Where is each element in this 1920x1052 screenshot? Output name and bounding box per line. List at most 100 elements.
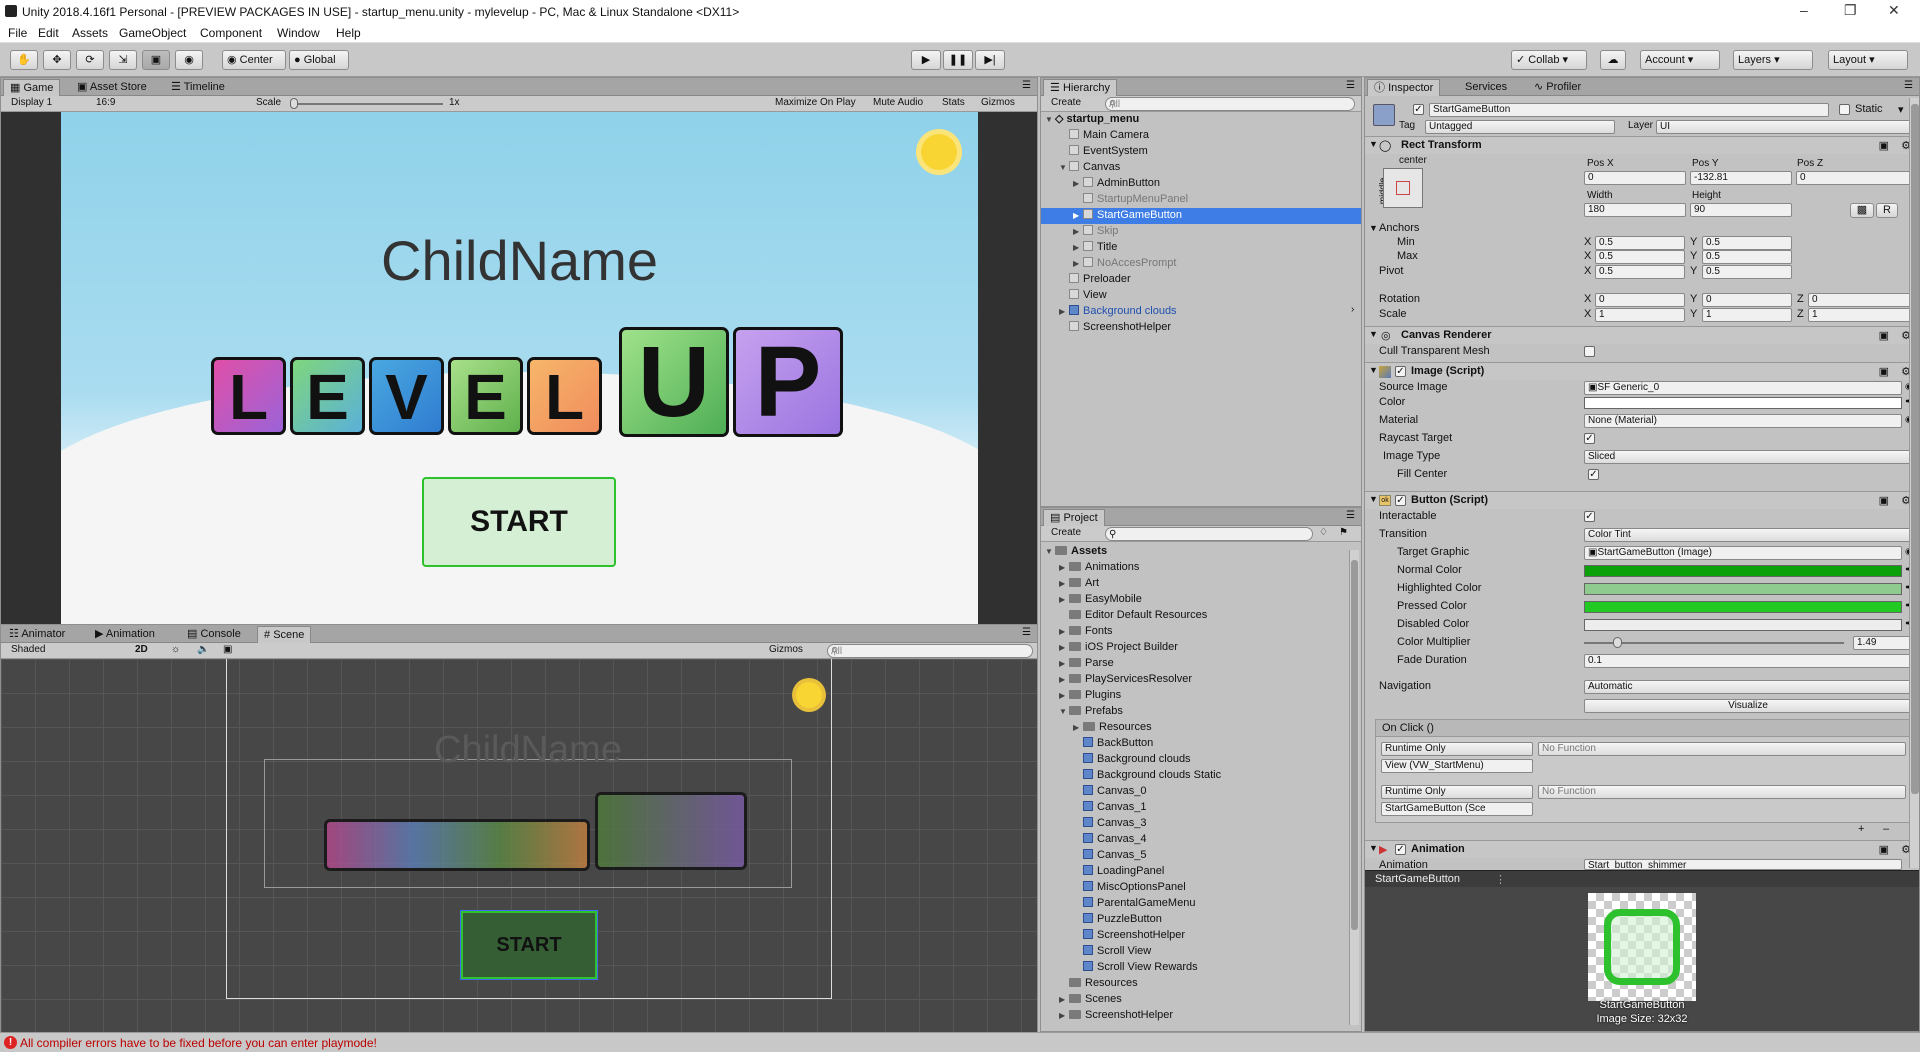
expand-arrow-icon[interactable]: ▶ — [1073, 224, 1083, 239]
project-item[interactable]: ScreenshotHelper — [1041, 928, 1347, 944]
project-item[interactable]: Scroll View — [1041, 944, 1347, 960]
hierarchy-item[interactable]: ▶ Title — [1041, 240, 1361, 256]
expand-arrow-icon[interactable]: ▶ — [1059, 624, 1069, 639]
anchor-max-x-input[interactable]: 0.5 — [1595, 250, 1685, 264]
project-item[interactable]: ▶ Resources — [1041, 720, 1347, 736]
anchor-max-y-input[interactable]: 0.5 — [1702, 250, 1792, 264]
animation-clip-field[interactable]: Start_button_shimmer — [1584, 859, 1902, 870]
help-icon[interactable]: ▣ — [1879, 494, 1889, 507]
highlighted-color-field[interactable] — [1584, 583, 1902, 595]
expand-arrow-icon[interactable]: ▼ — [1059, 160, 1069, 175]
canvas-renderer-header[interactable]: ▼ ◎ Canvas Renderer ▣ ⚙ — [1365, 326, 1919, 344]
posz-input[interactable]: 0 — [1796, 171, 1912, 185]
function-dropdown-1[interactable]: No Function — [1538, 742, 1906, 756]
filter-label-icon[interactable]: ⚑ — [1339, 527, 1348, 538]
project-item[interactable]: ▼ Prefabs — [1041, 704, 1347, 720]
expand-arrow-icon[interactable]: ▶ — [1073, 256, 1083, 271]
color-multiplier-handle[interactable] — [1613, 637, 1622, 648]
color-multiplier-slider[interactable] — [1584, 642, 1844, 644]
runtime-dropdown-2[interactable]: Runtime Only — [1381, 785, 1533, 799]
layers-dropdown[interactable]: Layers ▾ — [1733, 50, 1813, 70]
move-tool-icon[interactable]: ✥ — [43, 50, 71, 70]
anchor-preset-button[interactable] — [1383, 168, 1423, 208]
normal-color-field[interactable] — [1584, 565, 1902, 577]
project-item[interactable]: LoadingPanel — [1041, 864, 1347, 880]
menu-component[interactable]: Component — [200, 26, 262, 40]
expand-arrow-icon[interactable]: ▶ — [1073, 208, 1083, 223]
tab-profiler[interactable]: ∿ Profiler — [1528, 79, 1587, 96]
project-item[interactable]: Editor Default Resources — [1041, 608, 1347, 624]
add-event-icon[interactable]: + — [1858, 823, 1864, 835]
color-multiplier-input[interactable]: 1.49 — [1853, 636, 1912, 650]
help-icon[interactable]: ▣ — [1879, 329, 1889, 342]
tab-scene[interactable]: # Scene — [257, 626, 312, 643]
expand-arrow-icon[interactable]: ▶ — [1059, 1008, 1069, 1023]
hierarchy-item[interactable]: Main Camera — [1041, 128, 1361, 144]
tab-hierarchy[interactable]: ☰ Hierarchy — [1043, 79, 1118, 96]
height-input[interactable]: 90 — [1690, 203, 1792, 217]
scene-viewport[interactable]: ChildName START — [1, 659, 1037, 1032]
project-item[interactable]: ▶ Art — [1041, 576, 1347, 592]
scene-search-input[interactable]: ⚲ All — [827, 644, 1033, 658]
remove-event-icon[interactable]: – — [1883, 823, 1889, 835]
anchor-min-x-input[interactable]: 0.5 — [1595, 236, 1685, 250]
maximize-on-play-button[interactable]: Maximize On Play — [775, 97, 856, 108]
play-button[interactable]: ▶ — [911, 50, 941, 70]
pivot-x-input[interactable]: 0.5 — [1595, 265, 1685, 279]
color-field[interactable] — [1584, 397, 1902, 409]
menu-assets[interactable]: Assets — [72, 26, 108, 40]
target-object-field-2[interactable]: StartGameButton (Sce — [1381, 802, 1533, 816]
project-item[interactable]: Scroll View Rewards — [1041, 960, 1347, 976]
chevron-right-icon[interactable]: › — [1351, 304, 1354, 315]
menu-edit[interactable]: Edit — [38, 26, 59, 40]
tab-animation[interactable]: ▶ Animation — [89, 626, 161, 643]
gizmos-button[interactable]: Gizmos — [981, 97, 1015, 108]
menu-window[interactable]: Window — [277, 26, 320, 40]
expand-arrow-icon[interactable]: ▶ — [1059, 576, 1069, 591]
scene-root[interactable]: ▼ ◇ startup_menu — [1045, 112, 1357, 128]
pivot-global-button[interactable]: ● Global — [289, 50, 349, 70]
project-item[interactable]: ▶ Plugins — [1041, 688, 1347, 704]
interactable-checkbox[interactable]: ✓ — [1584, 511, 1595, 522]
pause-button[interactable]: ❚❚ — [943, 50, 973, 70]
image-effects-icon[interactable]: ▣ — [223, 644, 232, 655]
expand-arrow-icon[interactable]: ▶ — [1059, 640, 1069, 655]
disabled-color-field[interactable] — [1584, 619, 1902, 631]
transform-tool-icon[interactable]: ◉ — [175, 50, 203, 70]
material-field[interactable]: None (Material) — [1584, 414, 1902, 428]
menu-file[interactable]: File — [8, 26, 27, 40]
image-enabled-checkbox[interactable]: ✓ — [1395, 366, 1406, 377]
posx-input[interactable]: 0 — [1584, 171, 1686, 185]
static-dropdown-arrow[interactable]: ▾ — [1898, 103, 1904, 116]
pivot-center-button[interactable]: ◉ Center — [222, 50, 286, 70]
image-script-header[interactable]: ▼ ✓ Image (Script) ▣ ⚙ — [1365, 362, 1919, 380]
rotate-tool-icon[interactable]: ⟳ — [76, 50, 104, 70]
help-icon[interactable]: ▣ — [1879, 365, 1889, 378]
assets-root[interactable]: ▼ Assets — [1045, 544, 1345, 560]
expand-arrow-icon[interactable]: ▶ — [1059, 992, 1069, 1007]
menu-gameobject[interactable]: GameObject — [119, 26, 186, 40]
rect-transform-header[interactable]: ▼ ◯ Rect Transform ▣ ⚙ — [1365, 136, 1919, 154]
hierarchy-item[interactable]: ▶ Background clouds — [1041, 304, 1361, 320]
tab-project[interactable]: ▤ Project — [1043, 509, 1105, 526]
project-item[interactable]: ▶ Fonts — [1041, 624, 1347, 640]
status-message[interactable]: All compiler errors have to be fixed bef… — [20, 1036, 377, 1050]
minimize-icon[interactable]: – — [1800, 2, 1808, 18]
rotation-x-input[interactable]: 0 — [1595, 293, 1685, 307]
expand-arrow-icon[interactable]: ▶ — [1073, 720, 1083, 735]
scale-z-input[interactable]: 1 — [1808, 308, 1912, 322]
display-dropdown[interactable]: Display 1 — [11, 97, 52, 108]
hierarchy-create-dropdown[interactable]: Create — [1051, 97, 1081, 108]
hierarchy-item[interactable]: ▶ Skip — [1041, 224, 1361, 240]
project-item[interactable]: Canvas_5 — [1041, 848, 1347, 864]
scale-y-input[interactable]: 1 — [1702, 308, 1792, 322]
expand-arrow-icon[interactable]: ▶ — [1059, 560, 1069, 575]
aspect-dropdown[interactable]: 16:9 — [96, 97, 115, 108]
fill-center-checkbox[interactable]: ✓ — [1588, 469, 1599, 480]
expand-arrow-icon[interactable]: ▶ — [1059, 688, 1069, 703]
project-item[interactable]: BackButton — [1041, 736, 1347, 752]
project-item[interactable]: Background clouds — [1041, 752, 1347, 768]
project-item[interactable]: ▶ PlayServicesResolver — [1041, 672, 1347, 688]
inspector-scrollbar[interactable] — [1909, 98, 1919, 868]
width-input[interactable]: 180 — [1584, 203, 1686, 217]
